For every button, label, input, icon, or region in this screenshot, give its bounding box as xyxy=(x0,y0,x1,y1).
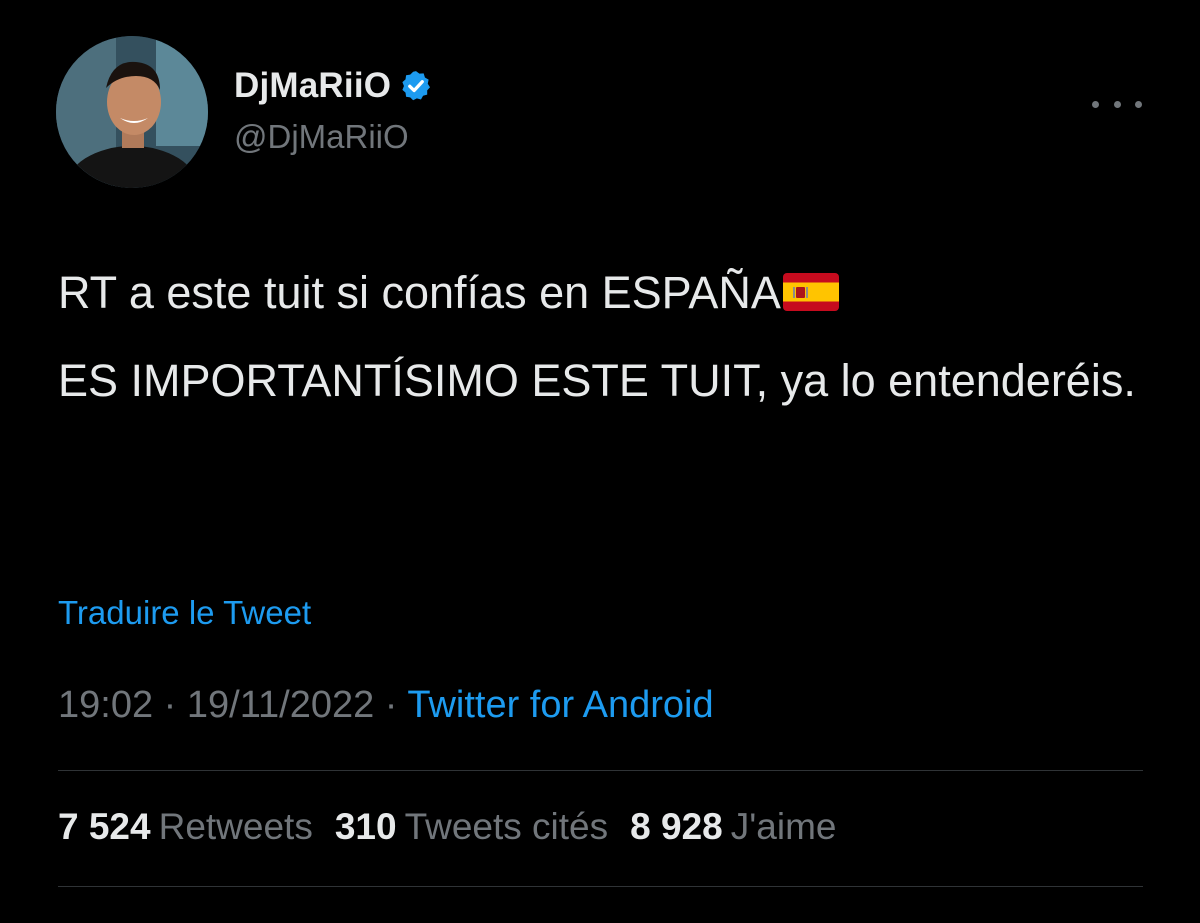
tweet-card: DjMaRiiO @DjMaRiiO RT a este tuit si con… xyxy=(0,0,1200,923)
stat-label: Tweets cités xyxy=(404,806,609,847)
dot-icon xyxy=(1135,100,1142,108)
stat-count: 310 xyxy=(334,806,397,847)
tweet-line-2: ES IMPORTANTÍSIMO ESTE TUIT, ya lo enten… xyxy=(58,355,1136,406)
tweet-date[interactable]: 19/11/2022 xyxy=(187,684,374,726)
spain-flag-icon xyxy=(782,273,839,311)
avatar[interactable] xyxy=(56,36,208,188)
meta-separator: · xyxy=(374,684,408,726)
tweet-text: RT a este tuit si confías en ESPAÑA ES I… xyxy=(58,262,1158,411)
stat-label: J'aime xyxy=(730,806,837,847)
display-name[interactable]: DjMaRiiO xyxy=(234,66,391,106)
stat-retweets[interactable]: 7 524 Retweets xyxy=(58,806,313,848)
avatar-image xyxy=(56,36,208,188)
stat-label: Retweets xyxy=(158,806,313,847)
tweet-line-1: RT a este tuit si confías en ESPAÑA xyxy=(58,262,1158,323)
stat-count: 7 524 xyxy=(58,806,151,847)
dot-icon xyxy=(1092,100,1099,108)
more-horizontal-icon[interactable] xyxy=(1092,92,1142,116)
tweet-meta: 19:02 · 19/11/2022 · Twitter for Android xyxy=(58,684,714,727)
translate-link[interactable]: Traduire le Tweet xyxy=(58,594,311,632)
tweet-time[interactable]: 19:02 xyxy=(58,684,153,726)
stat-quote-tweets[interactable]: 310 Tweets cités xyxy=(335,806,608,848)
stat-likes[interactable]: 8 928 J'aime xyxy=(630,806,836,848)
stat-count: 8 928 xyxy=(630,806,723,847)
dot-icon xyxy=(1113,100,1121,108)
tweet-source[interactable]: Twitter for Android xyxy=(407,684,713,726)
divider xyxy=(58,770,1143,771)
author-block[interactable]: DjMaRiiO @DjMaRiiO xyxy=(234,66,433,156)
verified-badge-icon xyxy=(402,71,431,101)
handle[interactable]: @DjMaRiiO xyxy=(234,118,433,156)
tweet-stats: 7 524 Retweets 310 Tweets cités 8 928 J'aim… xyxy=(58,806,859,848)
meta-separator: · xyxy=(153,684,187,726)
divider xyxy=(58,886,1143,887)
tweet-line-1-text: RT a este tuit si confías en ESPAÑA xyxy=(58,267,781,318)
name-row: DjMaRiiO xyxy=(234,66,433,106)
